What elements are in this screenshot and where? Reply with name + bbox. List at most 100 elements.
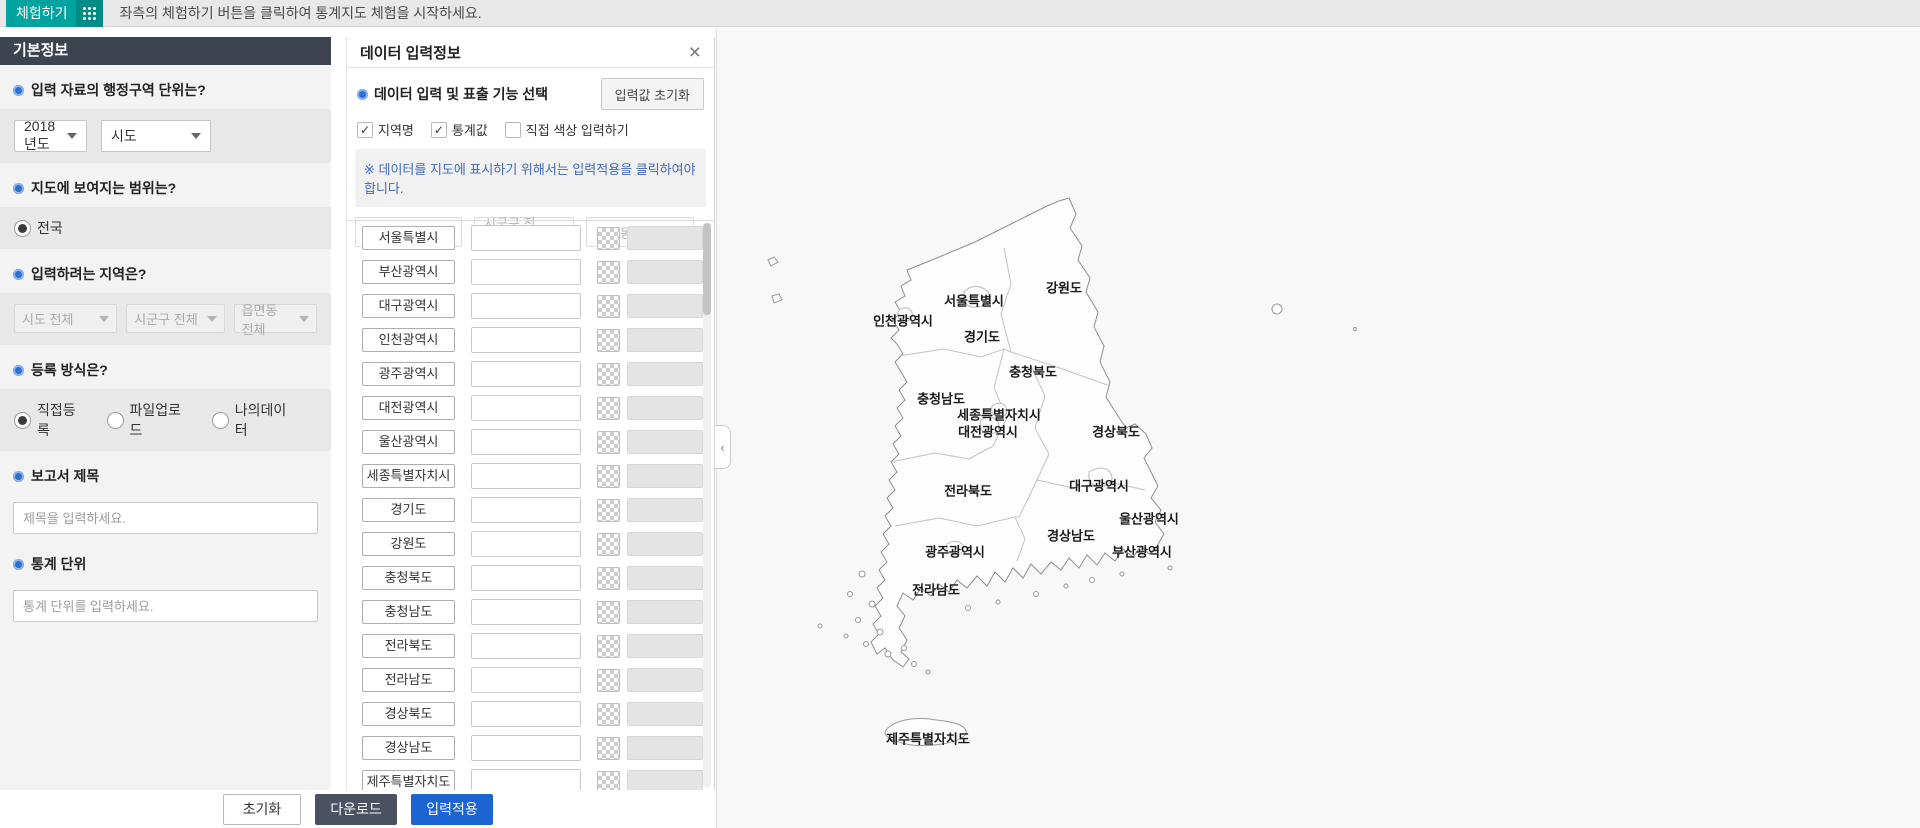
download-button[interactable]: 다운로드 <box>315 793 397 825</box>
close-icon[interactable]: × <box>689 42 701 63</box>
stat-unit-input[interactable] <box>13 590 318 622</box>
color-swatch[interactable] <box>597 430 620 454</box>
question-admin-unit: 입력 자료의 행정구역 단위는? <box>0 65 331 109</box>
radio-circle-icon[interactable] <box>14 411 31 429</box>
color-swatch[interactable] <box>597 532 620 556</box>
color-swatch[interactable] <box>597 498 620 522</box>
region-value-input[interactable] <box>471 259 581 285</box>
map-region-label[interactable]: 제주특별자치도 <box>886 729 970 748</box>
radio-option[interactable]: 나의데이터 <box>211 400 298 440</box>
region-row: 경상북도 <box>347 697 714 731</box>
map-region-label[interactable]: 대전광역시 <box>958 422 1018 441</box>
map-region-label[interactable]: 대구광역시 <box>1069 476 1129 495</box>
map-region-label[interactable]: 경기도 <box>964 327 1000 346</box>
map-region-label[interactable]: 경상북도 <box>1092 422 1140 441</box>
map-region-label[interactable]: 인천광역시 <box>873 311 933 330</box>
stat-unit-label: 통계 단위 <box>31 556 87 572</box>
reset-button[interactable]: 초기화 <box>223 793 301 825</box>
data-input-panel: 데이터 입력정보 × 데이터 입력 및 표출 기능 선택 입력값 초기화 지역명… <box>346 37 715 790</box>
color-preview <box>627 260 703 284</box>
region-value-input[interactable] <box>471 565 581 591</box>
color-swatch[interactable] <box>597 226 620 250</box>
region-value-input[interactable] <box>471 463 581 489</box>
region-value-input[interactable] <box>471 633 581 659</box>
report-title-input[interactable] <box>13 502 318 534</box>
region-value-input[interactable] <box>471 769 581 790</box>
radio-label: 나의데이터 <box>234 402 287 438</box>
color-swatch[interactable] <box>597 396 620 420</box>
reset-values-button[interactable]: 입력값 초기화 <box>600 78 704 110</box>
map-region-label[interactable]: 충청북도 <box>1009 362 1057 381</box>
korea-map[interactable]: 강원도 서울특별시 인천광역시 경기도 충청북도 충청남도 세종특별자치시 대전광역시 경상북도… <box>754 196 1374 761</box>
region-row: 서울특별시 <box>347 221 714 255</box>
map-region-label[interactable]: 경상남도 <box>1047 526 1095 545</box>
color-swatch[interactable] <box>597 736 620 760</box>
scrollbar-thumb[interactable] <box>703 223 711 315</box>
map-region-label[interactable]: 광주광역시 <box>925 542 985 561</box>
checkbox-icon[interactable] <box>357 121 373 138</box>
region-value-input[interactable] <box>471 531 581 557</box>
color-swatch[interactable] <box>597 464 620 488</box>
chevron-down-icon <box>67 133 77 139</box>
checkbox-icon[interactable] <box>504 121 521 138</box>
color-preview <box>627 226 703 250</box>
checkbox-option[interactable]: 통계값 <box>430 120 488 139</box>
color-swatch[interactable] <box>597 566 620 590</box>
sido-dropdown[interactable]: 시도 <box>101 120 211 152</box>
map-region-label[interactable]: 울산광역시 <box>1119 509 1179 528</box>
color-swatch[interactable] <box>597 668 620 692</box>
radio-label: 파일업로드 <box>129 402 182 438</box>
region-value-input[interactable] <box>471 735 581 761</box>
color-preview <box>627 668 703 692</box>
radio-option[interactable]: 직접등록 <box>14 400 88 440</box>
checkbox-option[interactable]: 직접 색상 입력하기 <box>504 120 629 139</box>
dropdown[interactable]: 읍면동 전체 <box>233 303 318 337</box>
region-value-input[interactable] <box>471 429 581 455</box>
checkbox-option[interactable]: 지역명 <box>357 120 414 139</box>
color-swatch[interactable] <box>597 328 620 352</box>
region-row: 전라남도 <box>347 663 714 697</box>
checkbox-label: 지역명 <box>378 123 414 138</box>
color-preview <box>627 396 703 420</box>
color-swatch[interactable] <box>597 770 620 790</box>
map-region-label[interactable]: 부산광역시 <box>1112 542 1172 561</box>
scrollbar-track[interactable] <box>703 223 711 788</box>
region-value-input[interactable] <box>471 667 581 693</box>
color-swatch[interactable] <box>597 600 620 624</box>
map-region-label[interactable]: 서울특별시 <box>944 291 1004 310</box>
apply-button[interactable]: 입력적용 <box>411 793 493 825</box>
region-row: 부산광역시 <box>347 255 714 289</box>
radio-option[interactable]: 전국 <box>14 218 63 238</box>
color-swatch[interactable] <box>597 634 620 658</box>
radio-option[interactable]: 파일업로드 <box>106 400 193 440</box>
color-preview <box>627 464 703 488</box>
dropdown[interactable]: 시도 전체 <box>14 304 118 333</box>
map-region-label[interactable]: 전라남도 <box>912 580 960 599</box>
color-swatch[interactable] <box>597 260 620 284</box>
color-swatch[interactable] <box>597 294 620 318</box>
dropdown[interactable]: 시군구 전체 <box>126 304 225 333</box>
checkbox-icon[interactable] <box>430 121 447 138</box>
region-value-input[interactable] <box>471 327 581 353</box>
region-value-input[interactable] <box>471 701 581 727</box>
region-name: 인천광역시 <box>362 328 455 352</box>
radio-circle-icon[interactable] <box>14 219 31 237</box>
panel-collapse-handle[interactable]: ‹ <box>715 425 731 469</box>
region-row: 충청남도 <box>347 595 714 629</box>
region-value-input[interactable] <box>471 293 581 319</box>
region-value-input[interactable] <box>471 361 581 387</box>
map-region-label[interactable]: 강원도 <box>1046 278 1082 297</box>
map-region-label[interactable]: 전라북도 <box>944 481 992 500</box>
radio-circle-icon[interactable] <box>106 411 124 429</box>
try-button[interactable]: 체험하기 <box>6 0 103 27</box>
map-area: 강원도 서울특별시 인천광역시 경기도 충청북도 충청남도 세종특별자치시 대전광역시 경상북도… <box>716 27 1920 828</box>
region-value-input[interactable] <box>471 599 581 625</box>
region-value-input[interactable] <box>471 395 581 421</box>
radio-circle-icon[interactable] <box>211 411 229 429</box>
color-swatch[interactable] <box>597 362 620 386</box>
region-value-input[interactable] <box>471 497 581 523</box>
checkbox-label: 직접 색상 입력하기 <box>525 123 629 138</box>
color-swatch[interactable] <box>597 702 620 726</box>
region-value-input[interactable] <box>471 225 581 251</box>
year-dropdown[interactable]: 2018년도 <box>14 118 87 152</box>
